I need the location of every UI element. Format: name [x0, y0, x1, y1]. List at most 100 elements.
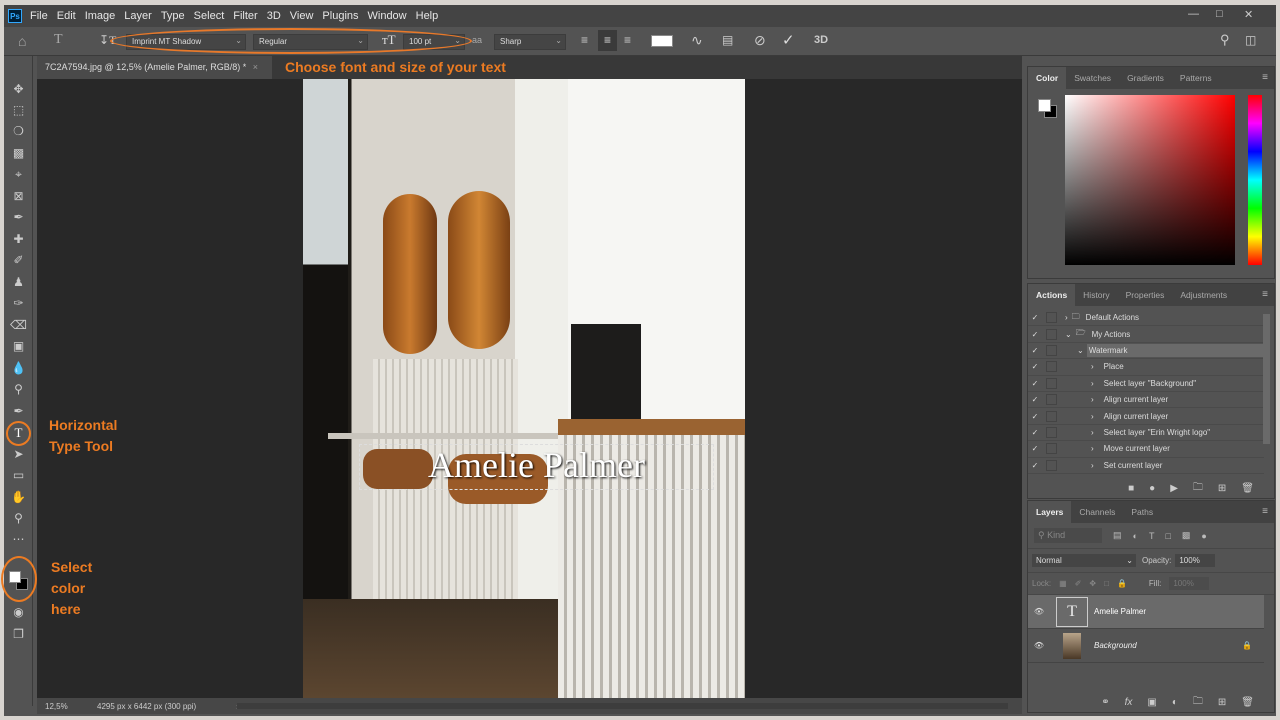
check-icon[interactable]: ✓ [1028, 346, 1042, 355]
menu-layer[interactable]: Layer [124, 10, 152, 22]
rectangle-tool-icon[interactable]: ▭ [10, 467, 27, 484]
action-item[interactable]: ✓ ⌄ Watermark [1028, 343, 1264, 360]
chevron-right-icon[interactable]: › [1091, 412, 1094, 421]
action-set[interactable]: ✓ › 🗀 Default Actions [1028, 310, 1264, 327]
layer-name[interactable]: Background [1094, 641, 1137, 650]
hand-tool-icon[interactable]: ✋ [10, 489, 27, 506]
photo-canvas[interactable]: Amelie Palmer [303, 79, 745, 698]
layer-row-background[interactable]: 👁 Background 🔒 [1028, 629, 1264, 663]
blend-mode-select[interactable]: Normal ⌄ [1032, 554, 1136, 567]
dialog-toggle[interactable] [1046, 328, 1057, 340]
check-icon[interactable]: ✓ [1028, 362, 1042, 371]
menu-filter[interactable]: Filter [233, 10, 257, 22]
warp-text-icon[interactable]: ∿ [691, 32, 703, 49]
menu-help[interactable]: Help [416, 10, 439, 22]
new-group-icon[interactable]: 🗀 [1193, 694, 1203, 711]
chevron-down-icon[interactable]: ⌄ [1077, 346, 1084, 355]
check-icon[interactable]: ✓ [1028, 461, 1042, 470]
tab-swatches[interactable]: Swatches [1066, 67, 1119, 89]
lock-artboard-icon[interactable]: □ [1104, 579, 1109, 588]
dialog-toggle[interactable] [1046, 459, 1057, 471]
menu-edit[interactable]: Edit [57, 10, 76, 22]
chevron-right-icon[interactable]: › [1091, 395, 1094, 404]
eyedropper-tool-icon[interactable]: ✒ [10, 209, 27, 226]
lock-image-icon[interactable]: ✐ [1075, 579, 1082, 588]
new-set-folder-icon[interactable]: 🗀 [1193, 480, 1203, 497]
tab-gradients[interactable]: Gradients [1119, 67, 1172, 89]
dialog-toggle[interactable] [1046, 377, 1057, 389]
opacity-input[interactable]: 100% [1175, 554, 1216, 567]
text-color-swatch[interactable] [651, 35, 673, 47]
trash-icon[interactable]: 🗑 [1241, 483, 1254, 494]
play-icon[interactable]: ▶ [1170, 483, 1178, 494]
menu-select[interactable]: Select [194, 10, 225, 22]
action-step[interactable]: ✓ › Select layer "Background" [1028, 376, 1264, 392]
panel-menu-icon[interactable]: ≡ [1262, 289, 1268, 300]
minimize-icon[interactable]: — [1188, 8, 1199, 20]
layer-mask-icon[interactable]: ▣ [1147, 697, 1156, 708]
close-icon[interactable]: ✕ [1244, 8, 1253, 21]
tab-paths[interactable]: Paths [1123, 501, 1161, 523]
align-right-icon[interactable]: ≡ [624, 33, 631, 47]
adjustment-layer-icon[interactable]: ◐ [1172, 697, 1178, 708]
adjustment-filter-icon[interactable]: ◐ [1133, 531, 1138, 541]
action-set[interactable]: ✓ ⌄ 🗁 My Actions [1028, 326, 1264, 343]
path-selection-tool-icon[interactable]: ➤ [10, 446, 27, 463]
horizontal-scrollbar[interactable] [237, 703, 1008, 709]
action-step[interactable]: ✓ › Place [1028, 359, 1264, 376]
lock-position-icon[interactable]: ✥ [1089, 579, 1096, 588]
healing-brush-tool-icon[interactable]: ✚ [10, 231, 27, 248]
home-icon[interactable]: ⌂ [18, 33, 26, 49]
visibility-eye-icon[interactable]: 👁 [1028, 607, 1050, 616]
action-step[interactable]: ✓ › Move current layer [1028, 441, 1264, 458]
foreground-color-swatch[interactable] [1038, 99, 1051, 112]
menu-3d[interactable]: 3D [267, 10, 281, 22]
menu-file[interactable]: File [30, 10, 48, 22]
dialog-toggle[interactable] [1046, 361, 1057, 373]
dialog-toggle[interactable] [1046, 394, 1057, 406]
chevron-right-icon[interactable]: › [1091, 461, 1094, 470]
tab-actions[interactable]: Actions [1028, 284, 1076, 306]
layer-row-text[interactable]: 👁 T Amelie Palmer [1028, 595, 1264, 629]
new-action-icon[interactable]: ⊞ [1218, 483, 1226, 494]
check-icon[interactable]: ✓ [1028, 428, 1042, 437]
menu-view[interactable]: View [290, 10, 314, 22]
align-center-icon[interactable]: ≡ [598, 30, 617, 51]
check-icon[interactable]: ✓ [1028, 395, 1042, 404]
smart-object-filter-icon[interactable]: ▩ [1182, 530, 1191, 541]
layer-name[interactable]: Amelie Palmer [1094, 607, 1146, 616]
quick-mask-icon[interactable]: ◉ [10, 604, 27, 621]
panel-menu-icon[interactable]: ≡ [1262, 506, 1268, 517]
action-step[interactable]: ✓ › Align current layer [1028, 392, 1264, 409]
check-icon[interactable]: ✓ [1028, 313, 1042, 322]
maximize-icon[interactable]: □ [1216, 8, 1223, 20]
chevron-right-icon[interactable]: › [1091, 444, 1094, 453]
marquee-tool-icon[interactable]: ⬚ [10, 102, 27, 119]
dialog-toggle[interactable] [1046, 344, 1057, 356]
record-icon[interactable]: ● [1149, 483, 1155, 494]
cancel-icon[interactable]: ⊘ [754, 32, 766, 49]
action-step[interactable]: ✓ › Select layer "Erin Wright logo" [1028, 425, 1264, 442]
filter-toggle-icon[interactable]: ● [1201, 531, 1206, 541]
chevron-down-icon[interactable]: ⌄ [1065, 330, 1072, 339]
dialog-toggle[interactable] [1046, 312, 1057, 324]
actions-scrollbar[interactable] [1263, 314, 1270, 444]
trash-icon[interactable]: 🗑 [1241, 697, 1254, 708]
frame-tool-icon[interactable]: ⊠ [10, 188, 27, 205]
link-layers-icon[interactable]: ⚭ [1101, 697, 1109, 708]
close-tab-icon[interactable]: × [253, 62, 258, 72]
check-icon[interactable]: ✓ [1028, 379, 1042, 388]
more-tools-icon[interactable]: ⋯ [10, 531, 27, 548]
clone-stamp-tool-icon[interactable]: ♟ [10, 274, 27, 291]
eraser-tool-icon[interactable]: ⌫ [10, 317, 27, 334]
type-tool-preset-icon[interactable]: T [54, 32, 63, 48]
dialog-toggle[interactable] [1046, 426, 1057, 438]
check-icon[interactable]: ✓ [1028, 412, 1042, 421]
lock-all-icon[interactable]: 🔒 [1117, 579, 1127, 588]
tab-channels[interactable]: Channels [1071, 501, 1123, 523]
dialog-toggle[interactable] [1046, 443, 1057, 455]
document-tab[interactable]: 7C2A7594.jpg @ 12,5% (Amelie Palmer, RGB… [37, 56, 272, 79]
fx-icon[interactable]: fx [1125, 697, 1133, 708]
character-panel-icon[interactable]: ▤ [722, 33, 733, 47]
gradient-tool-icon[interactable]: ▣ [10, 338, 27, 355]
